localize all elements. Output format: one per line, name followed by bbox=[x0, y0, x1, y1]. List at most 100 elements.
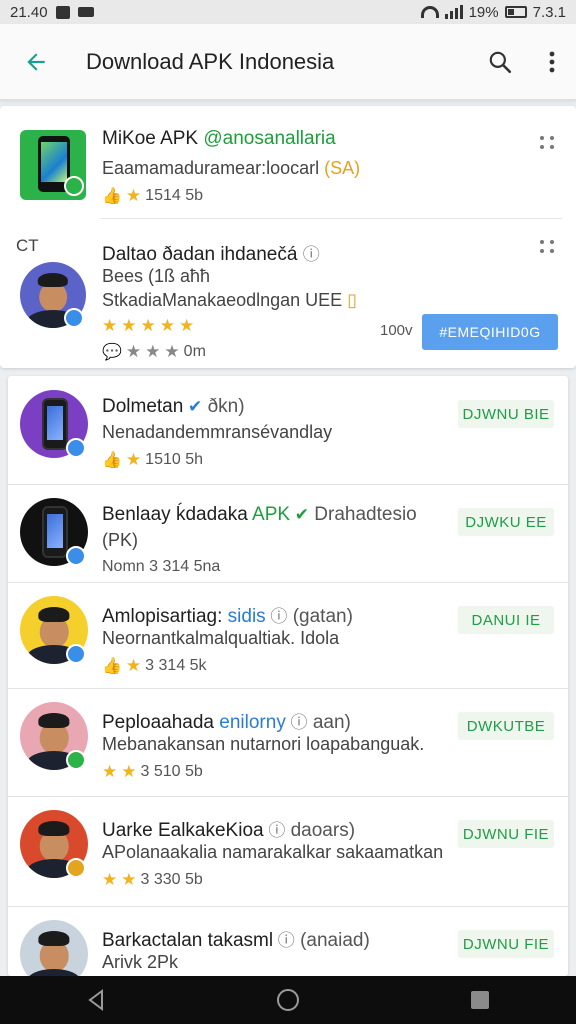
verified-icon: ✔ bbox=[290, 505, 310, 524]
app-subtitle: Neornantkalmalqualtiak. Idola bbox=[102, 628, 340, 648]
app-name: Amlopisartiag: bbox=[102, 606, 223, 627]
title-accent: enilorny bbox=[219, 712, 286, 733]
status-right-text: 7.3.1 bbox=[532, 3, 566, 21]
star-icon: ★ bbox=[125, 450, 142, 469]
rating-text: 1514 5b bbox=[145, 187, 204, 204]
star-icon: ★ bbox=[102, 316, 118, 335]
title-suffix: daoars) bbox=[290, 820, 356, 841]
subtitle-accent: (SA) bbox=[324, 158, 361, 178]
review-text: 0m bbox=[183, 343, 206, 360]
app-subtitle: (PK) bbox=[102, 530, 138, 550]
featured-title-1: MiKoe APK @anosanallaria bbox=[102, 128, 336, 150]
more-options-button[interactable] bbox=[528, 24, 576, 100]
app-subtitle: Mebanakansan nutarnori loapabanguak. bbox=[102, 734, 425, 754]
verified-badge-icon bbox=[64, 176, 84, 196]
verified-badge-icon bbox=[66, 750, 86, 770]
title-suffix: Drahadtesio bbox=[314, 504, 417, 525]
featured-item-1[interactable]: MiKoe APK @anosanallaria Eaamamaduramear… bbox=[0, 106, 576, 218]
star-icon: ★ bbox=[140, 316, 156, 335]
app-avatar bbox=[20, 920, 88, 976]
app-subtitle: APolanaakalia namarakalkar sakaamatkan bbox=[102, 842, 444, 862]
download-button[interactable]: DJWNU BIE bbox=[458, 400, 554, 428]
app-name: Uarke EalkakeKioa bbox=[102, 820, 264, 841]
back-button[interactable] bbox=[0, 24, 72, 100]
download-button[interactable]: DWKUTBE bbox=[458, 712, 554, 740]
app-subtitle: Nenadandemmransévandlay bbox=[102, 422, 333, 442]
install-button[interactable]: #EMEQIHID0G bbox=[422, 314, 558, 350]
meta-text: Nomn 3 314 5na bbox=[102, 558, 221, 575]
verified-badge-icon bbox=[66, 438, 86, 458]
app-meta: Nomn 3 314 5na bbox=[102, 558, 220, 576]
star-icon: ★ bbox=[179, 316, 195, 335]
app-name: MiKoe APK bbox=[102, 128, 199, 149]
search-button[interactable] bbox=[472, 24, 528, 100]
nav-back-icon[interactable] bbox=[85, 989, 107, 1011]
title-suffix: aan) bbox=[312, 712, 351, 733]
star-icon: ★ bbox=[121, 316, 137, 335]
battery-icon bbox=[504, 6, 527, 18]
verified-badge-icon bbox=[64, 308, 84, 328]
nav-recents-icon[interactable] bbox=[469, 989, 491, 1011]
meta-text: 3 330 5b bbox=[140, 871, 203, 888]
title-suffix: ðkn) bbox=[207, 396, 245, 417]
verified-icon: ⓘ bbox=[273, 931, 295, 950]
title-accent: APK bbox=[252, 504, 291, 525]
star-icon: ★ bbox=[125, 186, 142, 205]
list-item[interactable]: Amlopisartiag: sidis ⓘ (gatan) Neornantka… bbox=[8, 582, 568, 688]
download-button[interactable]: DJWNU FIE bbox=[458, 820, 554, 848]
star-icon: ★ bbox=[125, 342, 142, 361]
status-time: 21.40 bbox=[10, 3, 48, 21]
featured-line-3: StkadiaManakaeodlngan UEE ▯ bbox=[102, 290, 357, 311]
list-item[interactable]: Peploaahada enilorny ⓘ aan) Mebanakansan … bbox=[8, 688, 568, 796]
title-suffix: (anaiad) bbox=[300, 930, 370, 951]
app-list: Dolmetan ✔ ðkn) Nenadandemmransévandlay 👍 ★… bbox=[8, 376, 568, 976]
info-icon: ⓘ bbox=[302, 245, 320, 264]
app-title: Dolmetan ✔ ðkn) bbox=[102, 396, 245, 418]
featured-item-2[interactable]: CT Daltao ðadan ihdanečá ⓘ Bees (1ß aħħ … bbox=[0, 218, 576, 368]
thumbs-up-icon: 👍 bbox=[102, 188, 122, 205]
app-title: Barkactalan takasml ⓘ (anaiad) bbox=[102, 926, 370, 952]
app-bar: Download APK Indonesia bbox=[0, 24, 576, 100]
signal-icon bbox=[444, 5, 463, 19]
list-item[interactable]: Barkactalan takasml ⓘ (anaiad) Arivk 2Pk D… bbox=[8, 906, 568, 976]
search-icon bbox=[489, 51, 512, 73]
navigation-bar bbox=[0, 976, 576, 1024]
title-accent: sidis bbox=[227, 606, 266, 627]
download-button[interactable]: DANUI IE bbox=[458, 606, 554, 634]
clipboard-icon: ▯ bbox=[347, 290, 358, 310]
download-button[interactable]: DJWNU FIE bbox=[458, 930, 554, 958]
wifi-icon bbox=[420, 6, 439, 18]
download-button[interactable]: DJWKU EE bbox=[458, 508, 554, 536]
app-meta: 👍 ★ 3 314 5k bbox=[102, 656, 207, 676]
list-item[interactable]: Uarke EalkakeKioa ⓘ daoars) APolanaakalia… bbox=[8, 796, 568, 906]
app-title: Uarke EalkakeKioa ⓘ daoars) bbox=[102, 816, 355, 842]
subtitle-text: Eaamamaduramear:loocarl bbox=[102, 158, 320, 178]
media-icon bbox=[77, 7, 94, 17]
verified-icon: ⓘ bbox=[263, 821, 286, 840]
star-icon: ★ bbox=[125, 656, 142, 675]
nav-home-icon[interactable] bbox=[276, 988, 300, 1012]
verified-icon: ✔ bbox=[183, 397, 203, 416]
meta-text: 3 314 5k bbox=[145, 657, 207, 674]
featured-meta-1: 👍 ★ 1514 5b bbox=[102, 186, 203, 206]
meta-text: 3 510 5b bbox=[140, 763, 203, 780]
overflow-dots-icon[interactable] bbox=[540, 136, 558, 150]
thumbs-up-icon: 👍 bbox=[102, 452, 122, 469]
app-meta: ★ ★ 3 330 5b bbox=[102, 870, 203, 890]
notification-icon bbox=[55, 5, 70, 19]
featured-line-2: Bees (1ß aħħ bbox=[102, 266, 211, 286]
verified-badge-icon bbox=[66, 546, 86, 566]
verified-badge-icon bbox=[66, 644, 86, 664]
side-label: CT bbox=[16, 236, 39, 255]
app-meta: 👍 ★ 1510 5h bbox=[102, 450, 203, 470]
star-icon: ★ bbox=[159, 316, 175, 335]
list-item[interactable]: Benlaay ḱdadaka APK ✔ Drahadtesio (PK) Nom… bbox=[8, 484, 568, 582]
meta-text: 1510 5h bbox=[145, 451, 204, 468]
list-item[interactable]: Dolmetan ✔ ðkn) Nenadandemmransévandlay 👍 ★… bbox=[8, 376, 568, 484]
app-name: Barkactalan takasml bbox=[102, 930, 274, 951]
star-rating: ★ ★ ★ ★ ★ bbox=[102, 316, 194, 336]
arrow-back-icon bbox=[27, 52, 45, 71]
app-handle: @anosanallaria bbox=[203, 128, 336, 149]
app-title: Benlaay ḱdadaka APK ✔ Drahadtesio bbox=[102, 504, 417, 526]
overflow-dots-icon[interactable] bbox=[540, 240, 558, 254]
